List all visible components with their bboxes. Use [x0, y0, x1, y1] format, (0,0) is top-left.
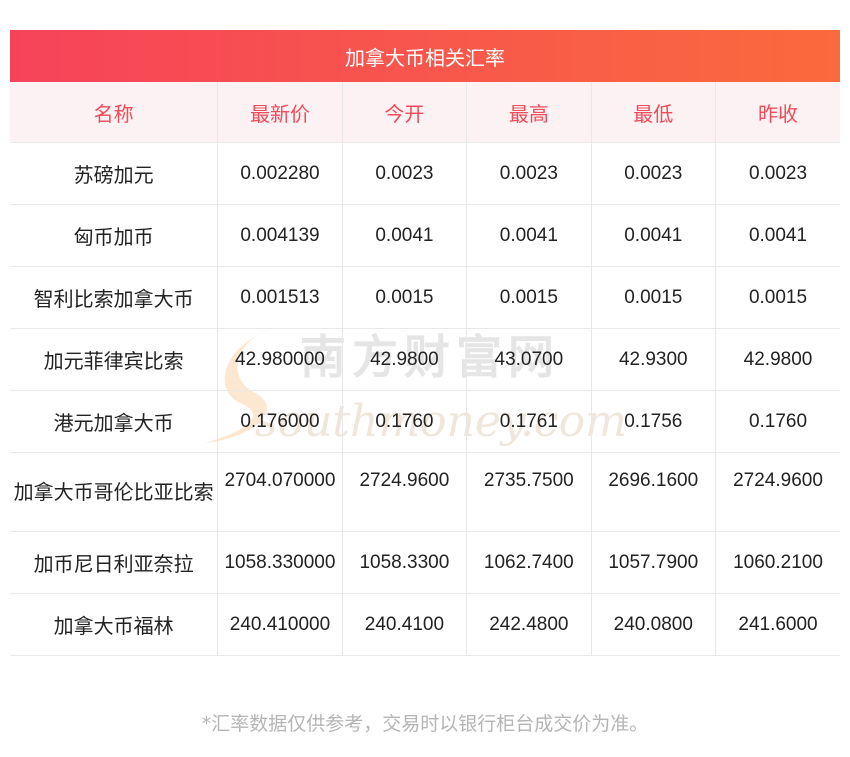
high-price: 43.0700 [466, 328, 592, 391]
prev-close-price: 2724.9600 [715, 452, 840, 532]
pair-name: 匈币加币 [10, 204, 218, 267]
open-price: 0.0015 [341, 266, 467, 329]
high-price: 0.0015 [466, 266, 592, 329]
table-row: 加币尼日利亚奈拉 1058.330000 1058.3300 1062.7400… [10, 531, 840, 594]
latest-price: 0.004139 [217, 204, 343, 267]
latest-price: 0.176000 [217, 390, 343, 453]
panel-title: 加拿大币相关汇率 [10, 30, 840, 82]
prev-close-price: 0.1760 [715, 390, 840, 453]
header-open: 今开 [341, 82, 467, 143]
open-price: 0.0041 [341, 204, 467, 267]
header-latest: 最新价 [217, 82, 343, 143]
latest-price: 0.002280 [217, 142, 343, 205]
open-price: 0.0023 [341, 142, 467, 205]
prev-close-price: 0.0023 [715, 142, 840, 205]
header-prev-close: 昨收 [715, 82, 840, 143]
table-row: 加拿大币福林 240.410000 240.4100 242.4800 240.… [10, 593, 840, 656]
open-price: 2724.9600 [341, 452, 467, 532]
latest-price: 0.001513 [217, 266, 343, 329]
latest-price: 240.410000 [217, 593, 343, 656]
low-price: 0.1756 [590, 390, 716, 453]
pair-name: 苏磅加元 [10, 142, 218, 205]
open-price: 1058.3300 [341, 531, 467, 594]
prev-close-price: 0.0015 [715, 266, 840, 329]
high-price: 0.0023 [466, 142, 592, 205]
low-price: 1057.7900 [590, 531, 716, 594]
table-header-row: 名称 最新价 今开 最高 最低 昨收 [10, 82, 840, 143]
high-price: 0.1761 [466, 390, 592, 453]
table-row: 港元加拿大币 0.176000 0.1760 0.1761 0.1756 0.1… [10, 390, 840, 453]
pair-name: 加拿大币福林 [10, 593, 218, 656]
high-price: 242.4800 [466, 593, 592, 656]
table-row: 加元菲律宾比索 42.980000 42.9800 43.0700 42.930… [10, 328, 840, 391]
header-low: 最低 [590, 82, 716, 143]
header-name: 名称 [10, 82, 218, 143]
open-price: 42.9800 [341, 328, 467, 391]
rate-panel: 加拿大币相关汇率 名称 最新价 今开 最高 最低 昨收 苏磅加元 0.00228… [10, 30, 840, 656]
low-price: 0.0015 [590, 266, 716, 329]
high-price: 2735.7500 [466, 452, 592, 532]
disclaimer-footnote: *汇率数据仅供参考，交易时以银行柜台成交价为准。 [201, 713, 649, 735]
high-price: 0.0041 [466, 204, 592, 267]
latest-price: 42.980000 [217, 328, 343, 391]
header-high: 最高 [466, 82, 592, 143]
table-row: 苏磅加元 0.002280 0.0023 0.0023 0.0023 0.002… [10, 142, 840, 205]
low-price: 2696.1600 [590, 452, 716, 532]
table-row: 加拿大币哥伦比亚比索 2704.070000 2724.9600 2735.75… [10, 452, 840, 532]
pair-name: 加币尼日利亚奈拉 [10, 531, 218, 594]
table-row: 匈币加币 0.004139 0.0041 0.0041 0.0041 0.004… [10, 204, 840, 267]
latest-price: 2704.070000 [217, 452, 343, 532]
prev-close-price: 1060.2100 [715, 531, 840, 594]
open-price: 240.4100 [341, 593, 467, 656]
prev-close-price: 241.6000 [715, 593, 840, 656]
table-row: 智利比索加拿大币 0.001513 0.0015 0.0015 0.0015 0… [10, 266, 840, 329]
rate-table: 名称 最新价 今开 最高 最低 昨收 苏磅加元 0.002280 0.0023 … [10, 82, 840, 656]
low-price: 0.0041 [590, 204, 716, 267]
prev-close-price: 42.9800 [715, 328, 840, 391]
pair-name: 加元菲律宾比索 [10, 328, 218, 391]
open-price: 0.1760 [341, 390, 467, 453]
pair-name: 智利比索加拿大币 [10, 266, 218, 329]
low-price: 42.9300 [590, 328, 716, 391]
latest-price: 1058.330000 [217, 531, 343, 594]
pair-name: 加拿大币哥伦比亚比索 [10, 452, 218, 532]
low-price: 240.0800 [590, 593, 716, 656]
high-price: 1062.7400 [466, 531, 592, 594]
pair-name: 港元加拿大币 [10, 390, 218, 453]
prev-close-price: 0.0041 [715, 204, 840, 267]
low-price: 0.0023 [590, 142, 716, 205]
